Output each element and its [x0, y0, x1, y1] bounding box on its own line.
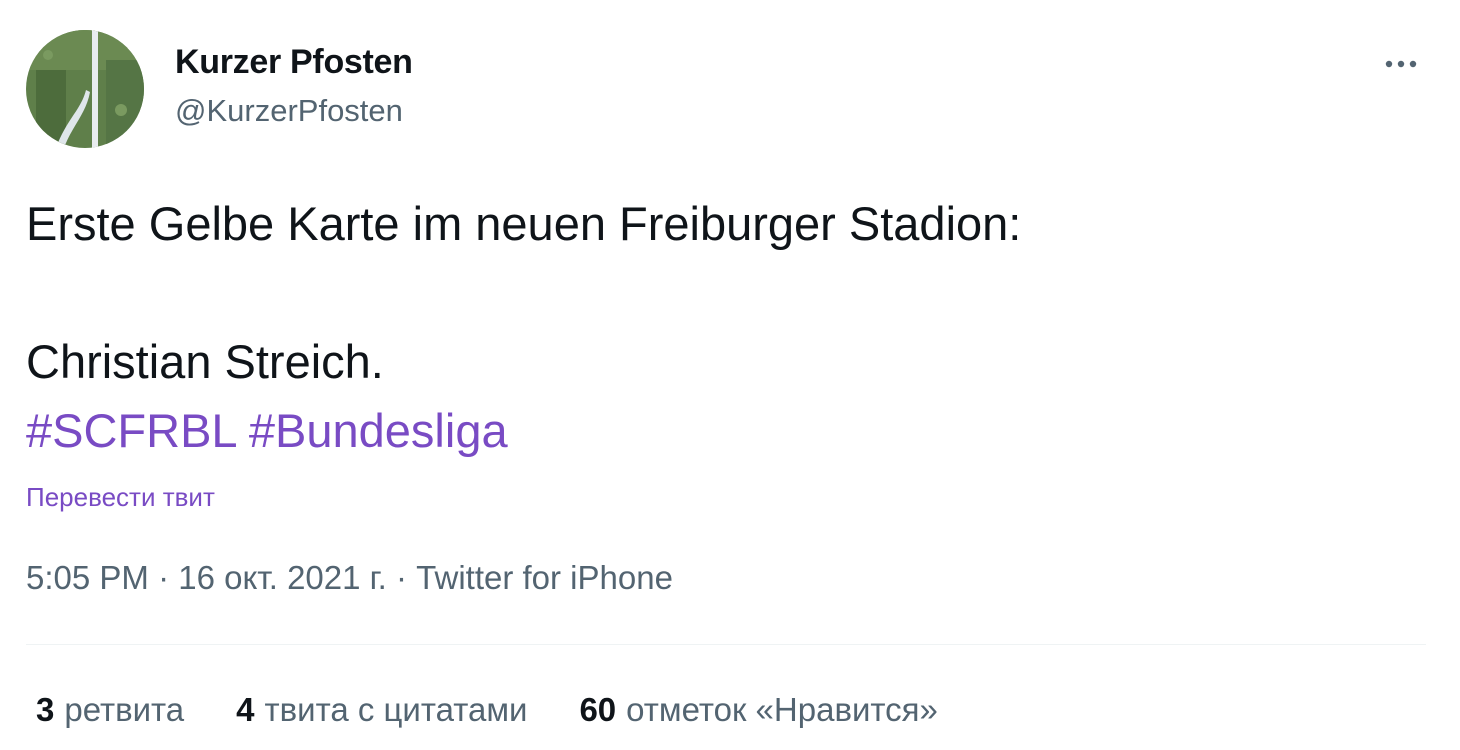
- meta-separator: ·: [386, 559, 417, 596]
- translate-tweet-link[interactable]: Перевести твит: [26, 480, 215, 514]
- retweets-stat[interactable]: 3 ретвита: [36, 690, 184, 730]
- tweet-stats: 3 ретвита 4 твита с цитатами 60 отметок «Нр…: [36, 690, 990, 730]
- tweet-metadata: 5:05 PM · 16 окт. 2021 г. · Twitter for …: [26, 558, 673, 598]
- author-display-name[interactable]: Kurzer Pfosten: [175, 42, 413, 82]
- tweet-text-line-1: Erste Gelbe Karte im neuen Freiburger St…: [26, 197, 1022, 250]
- tweet-time-link[interactable]: 5:05 PM: [26, 559, 149, 596]
- tweet-source-link[interactable]: Twitter for iPhone: [416, 559, 673, 596]
- author-avatar[interactable]: [26, 30, 144, 148]
- more-horizontal-icon: [1385, 60, 1417, 68]
- tweet-date-link[interactable]: 16 окт. 2021 г.: [178, 559, 387, 596]
- divider: [26, 644, 1426, 645]
- quote-tweets-stat[interactable]: 4 твита с цитатами: [236, 690, 527, 730]
- retweets-label: ретвита: [64, 691, 185, 728]
- likes-label: отметок «Нравится»: [626, 691, 938, 728]
- quotes-label: твита с цитатами: [264, 691, 528, 728]
- avatar-field-image: [26, 30, 144, 148]
- retweets-count: 3: [36, 691, 55, 728]
- quotes-count: 4: [236, 691, 255, 728]
- hashtag-link-scfrbl[interactable]: #SCFRBL: [26, 404, 236, 457]
- tweet-hashtags: #SCFRBL #Bundesliga: [26, 402, 508, 460]
- likes-count: 60: [579, 691, 617, 728]
- more-options-button[interactable]: [1380, 46, 1424, 82]
- hashtag-link-bundesliga[interactable]: #Bundesliga: [249, 404, 508, 457]
- author-handle[interactable]: @KurzerPfosten: [175, 92, 403, 130]
- meta-separator: ·: [148, 559, 179, 596]
- likes-stat[interactable]: 60 отметок «Нравится»: [579, 690, 937, 730]
- tweet-text-line-2: Christian Streich.: [26, 335, 384, 388]
